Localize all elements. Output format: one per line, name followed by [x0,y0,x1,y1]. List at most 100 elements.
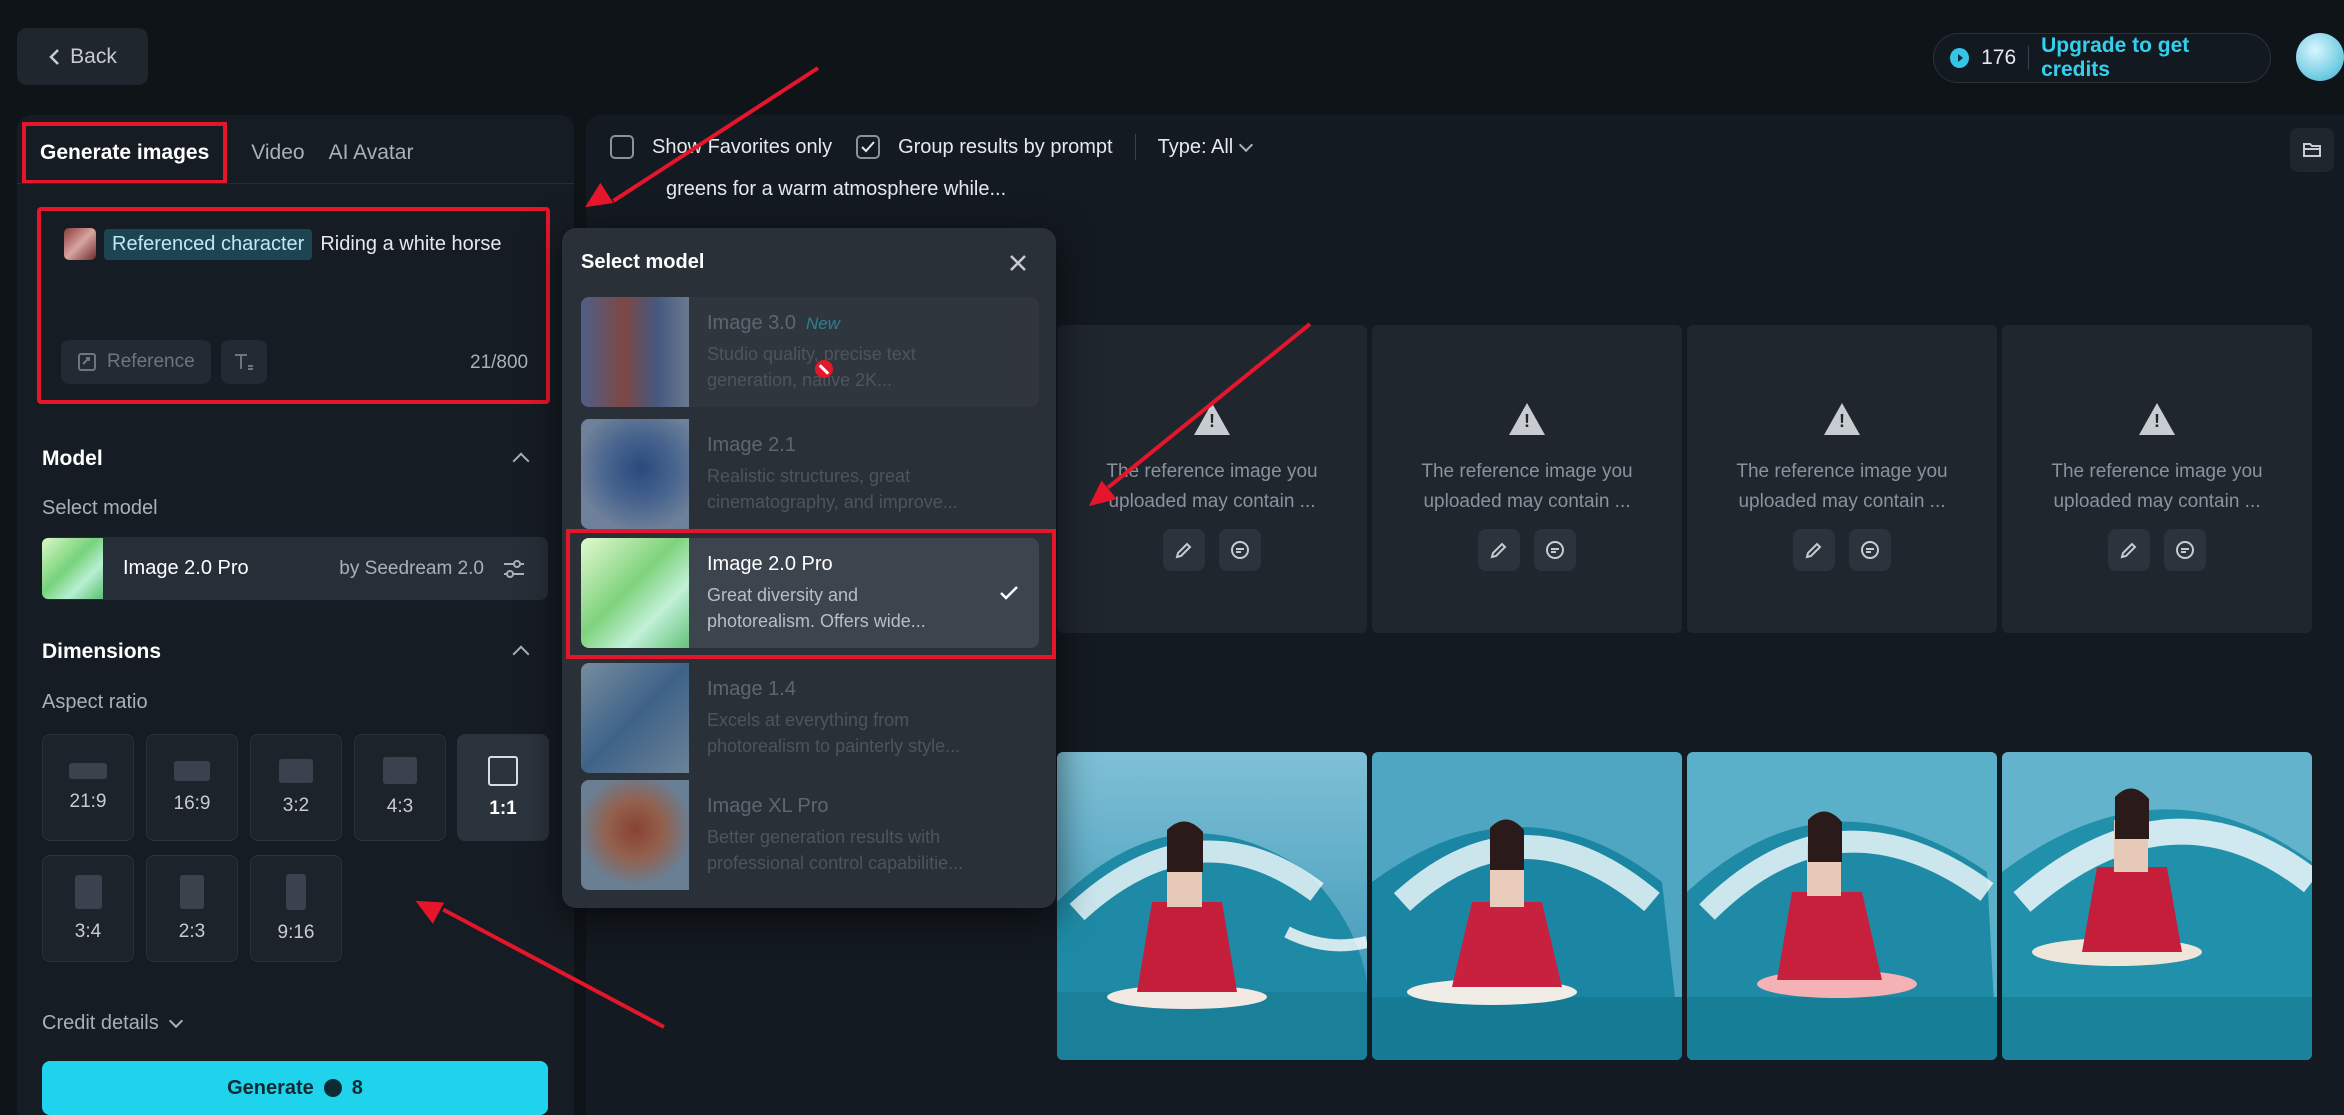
model-thumbnail [42,538,103,599]
option-description: Realistic structures, great cinematograph… [707,465,958,512]
chevron-down-icon [1239,137,1254,152]
pencil-icon [1805,542,1822,559]
credits-pill[interactable]: 176 Upgrade to get credits [1933,33,2271,83]
generate-cost: 8 [351,1076,363,1099]
model-option-image-2-0-pro[interactable]: Image 2.0 Pro Great diversity and photore… [581,538,1039,648]
ratio-4-3[interactable]: 4:3 [354,734,446,841]
pencil-icon [1490,542,1507,559]
ratio-16-9[interactable]: 16:9 [146,734,238,841]
warning-text: The reference image you uploaded may cont… [1421,461,1633,512]
card-actions [1163,529,1261,571]
pencil-icon [2120,542,2137,559]
option-description: Great diversity and photorealism. Offers … [707,584,926,631]
ratio-shape [180,874,204,909]
option-name: Image 2.1 [707,433,796,456]
option-thumbnail [581,538,689,648]
generate-button[interactable]: Generate 8 [42,1061,548,1115]
dimensions-section-title: Dimensions [42,640,162,663]
group-checkbox[interactable] [856,135,881,159]
result-image[interactable] [1372,752,1682,1060]
model-option-image-xl-pro[interactable]: Image XL Pro Better generation results w… [581,780,1039,890]
folder-button[interactable] [2290,128,2334,172]
comment-icon [1231,541,1249,559]
mode-tabs: Generate images Video AI Avatar [22,122,413,184]
model-option-image-3-0[interactable]: Image 3.0 New Studio quality, precise tex… [581,297,1039,407]
ratio-shape [286,873,306,910]
text-style-button[interactable] [220,340,267,384]
result-image[interactable] [2002,752,2312,1060]
ratio-21-9[interactable]: 21:9 [42,734,134,841]
ratio-shape [383,757,417,784]
ratio-label: 2:3 [178,920,206,942]
result-image[interactable] [1057,752,1367,1060]
reference-label: Reference [107,351,195,372]
edit-button[interactable] [1793,529,1835,571]
character-thumbnail [64,228,96,260]
warning-card: ! The reference image you uploaded may co… [1687,325,1997,633]
pencil-icon [1175,542,1192,559]
credit-details-toggle[interactable]: Credit details [42,1012,183,1035]
comment-button[interactable] [1849,529,1891,571]
warning-text: The reference image you uploaded may cont… [1106,461,1318,512]
not-allowed-cursor-icon [815,360,833,378]
model-option-image-2-1[interactable]: Image 2.1 Realistic structures, great cin… [581,419,1039,529]
back-button[interactable]: Back [17,28,148,85]
sliders-icon[interactable] [502,558,526,580]
folder-icon [2303,143,2321,157]
favorites-checkbox[interactable] [610,135,634,159]
back-label: Back [70,44,117,68]
reference-button[interactable]: Reference [61,340,211,384]
referenced-character-chip[interactable]: Referenced character [104,228,313,260]
card-actions [1478,529,1576,571]
tab-generate-images[interactable]: Generate images [22,122,228,184]
warning-icon: ! [2139,403,2175,435]
ratio-label: 21:9 [69,790,107,812]
surfer-image [1057,752,1367,1060]
chevron-left-icon [49,48,60,65]
option-thumbnail [581,297,689,407]
option-name: Image XL Pro [707,794,829,817]
ratio-2-3[interactable]: 2:3 [146,855,238,962]
comment-button[interactable] [2164,529,2206,571]
new-badge: New [805,313,840,333]
selected-model-name: Image 2.0 Pro [123,557,249,579]
surfer-image [1372,752,1682,1060]
generate-label: Generate [227,1076,314,1099]
option-description: Excels at everything from photorealism to… [707,709,961,756]
ratio-shape [74,874,102,909]
ratio-1-1[interactable]: 1:1 [457,734,549,841]
ratio-shape [279,758,313,783]
tab-video[interactable]: Video [251,141,304,165]
surfer-image [1687,752,1997,1060]
model-option-image-1-4[interactable]: Image 1.4 Excels at everything from photo… [581,663,1039,773]
option-thumbnail [581,780,689,890]
tab-ai-avatar[interactable]: AI Avatar [329,141,414,165]
prompt-tools: Reference [61,340,267,384]
credit-count: 176 [1981,46,2017,69]
chevron-down-icon [168,1013,183,1029]
result-image[interactable] [1687,752,1997,1060]
ratio-3-4[interactable]: 3:4 [42,855,134,962]
ratio-shape [69,762,107,779]
avatar[interactable] [2296,33,2344,81]
option-name: Image 3.0 [707,311,796,334]
credit-details-label: Credit details [42,1012,159,1034]
ratio-3-2[interactable]: 3:2 [250,734,342,841]
warning-card: ! The reference image you uploaded may co… [2002,325,2312,633]
ratio-9-16[interactable]: 9:16 [250,855,342,962]
type-filter[interactable]: Type: All [1158,136,1254,159]
edit-button[interactable] [2108,529,2150,571]
comment-button[interactable] [1534,529,1576,571]
ratio-shape [174,760,210,781]
prompt-input[interactable]: Referenced character Riding a white hors… [64,228,502,260]
warning-text: The reference image you uploaded may cont… [2051,461,2263,512]
warning-card: ! The reference image you uploaded may co… [1372,325,1682,633]
group-label[interactable]: Group results by prompt [898,136,1113,159]
edit-button[interactable] [1163,529,1205,571]
model-selector[interactable]: Image 2.0 Pro by Seedream 2.0 [42,537,548,600]
upgrade-link[interactable]: Upgrade to get credits [2041,34,2254,82]
comment-button[interactable] [1219,529,1261,571]
close-icon[interactable] [1004,249,1032,277]
aspect-ratio-label: Aspect ratio [42,691,148,713]
edit-button[interactable] [1478,529,1520,571]
